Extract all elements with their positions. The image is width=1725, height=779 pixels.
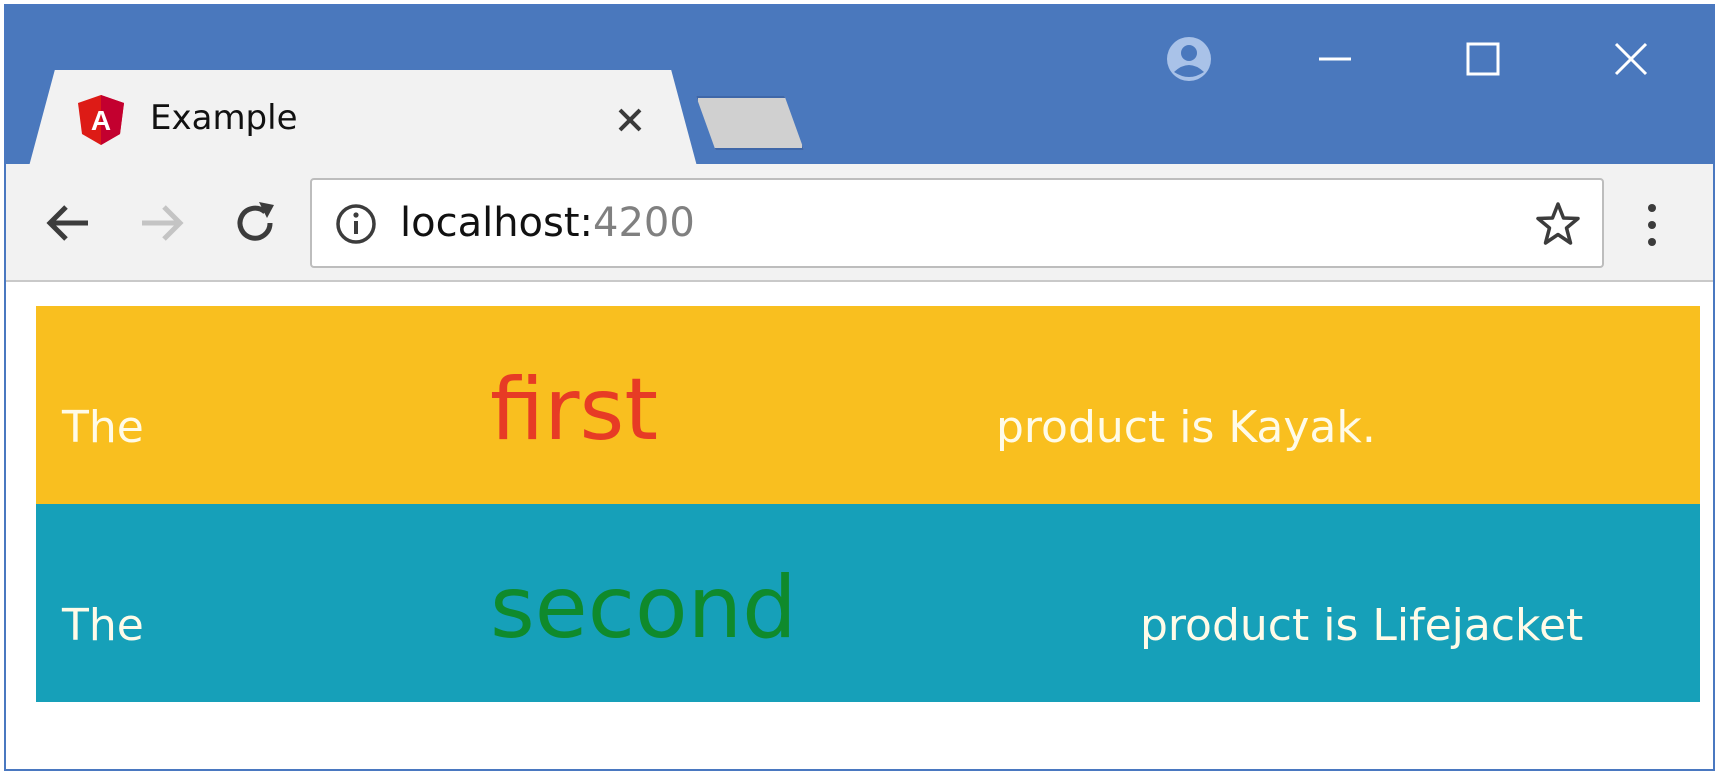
angular-icon: A [78, 95, 124, 145]
profile-icon[interactable] [1164, 34, 1214, 84]
reload-icon[interactable] [228, 196, 282, 250]
svg-text:A: A [91, 105, 111, 136]
forward-icon[interactable] [134, 196, 188, 250]
row-product-text: product is Kayak. [996, 402, 1376, 453]
tab-close-icon[interactable] [610, 100, 650, 140]
menu-icon[interactable] [1642, 200, 1662, 250]
tab-title: Example [150, 98, 298, 138]
maximize-icon[interactable] [1458, 34, 1508, 84]
bookmark-star-icon[interactable] [1534, 200, 1582, 248]
row-product-text: product is Lifejacket [1140, 600, 1584, 651]
page-content: The first product is Kayak. The second p… [36, 306, 1700, 702]
product-row: The second product is Lifejacket [36, 504, 1700, 702]
row-lead-text: The [62, 600, 144, 651]
new-tab-button[interactable] [696, 96, 804, 150]
info-icon[interactable] [334, 202, 378, 246]
url-port: 4200 [593, 200, 695, 246]
row-lead-text: The [62, 402, 144, 453]
browser-toolbar: localhost:4200 [6, 164, 1713, 282]
row-ordinal-text: first [490, 360, 659, 460]
url-text: localhost:4200 [400, 200, 695, 246]
url-host: localhost: [400, 200, 594, 246]
minimize-icon[interactable] [1310, 34, 1360, 84]
title-bar: A Example [6, 6, 1713, 170]
browser-window: A Example localhost:4200 The first produ… [4, 4, 1715, 771]
back-icon[interactable] [42, 196, 96, 250]
address-bar[interactable]: localhost:4200 [310, 178, 1604, 268]
tab-example[interactable] [28, 70, 698, 170]
product-row: The first product is Kayak. [36, 306, 1700, 504]
row-ordinal-text: second [490, 558, 797, 658]
close-icon[interactable] [1606, 34, 1656, 84]
